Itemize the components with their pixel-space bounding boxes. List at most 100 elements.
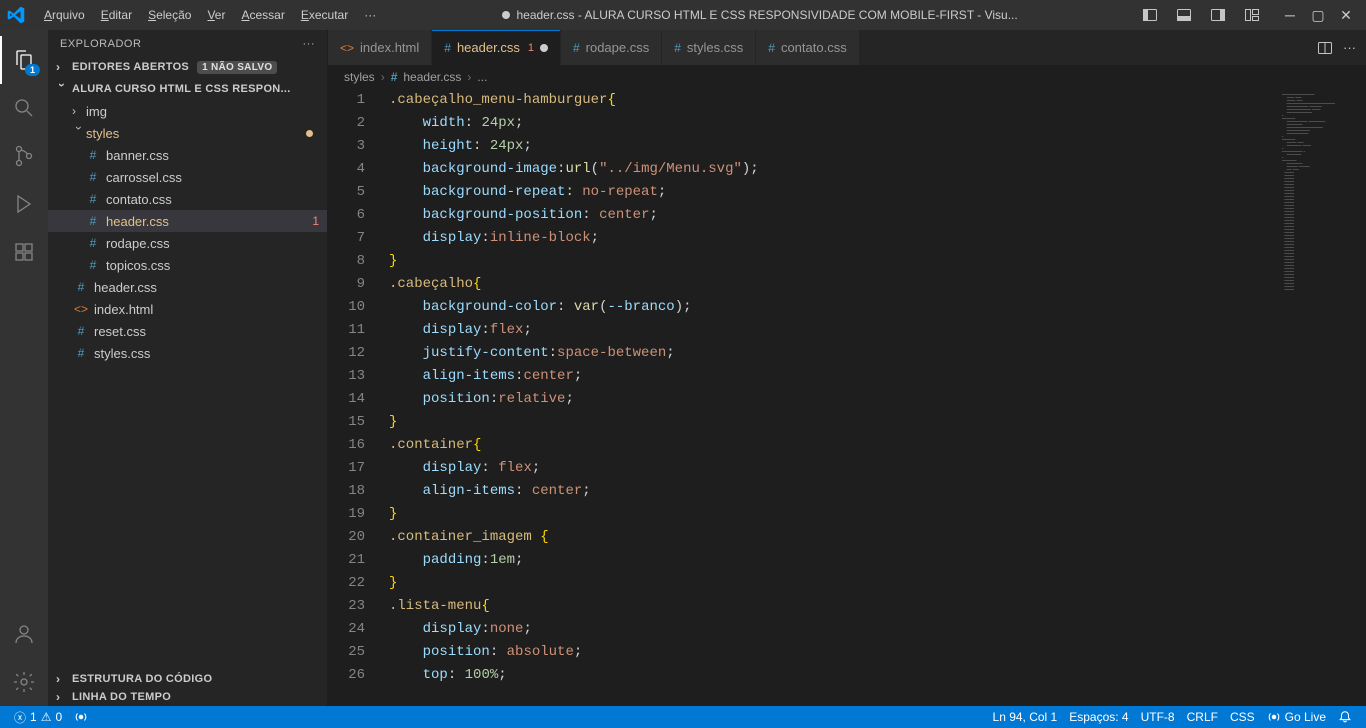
broadcast-icon [74, 710, 88, 724]
tab-styles-css[interactable]: #styles.css [662, 30, 756, 65]
breadcrumb-segment[interactable]: ... [477, 70, 487, 84]
encoding-label: UTF-8 [1141, 710, 1175, 724]
indent-label: Espaços: 4 [1069, 710, 1128, 724]
chevron-right-icon: › [381, 70, 385, 84]
toggle-primary-sidebar-icon[interactable] [1136, 0, 1164, 30]
chevron-right-icon: › [56, 60, 68, 74]
file-banner-css[interactable]: # banner.css [48, 144, 327, 166]
activity-accounts[interactable] [0, 610, 48, 658]
file-rodape-css[interactable]: # rodape.css [48, 232, 327, 254]
tab-label: rodape.css [586, 40, 650, 55]
split-editor-icon[interactable] [1317, 40, 1333, 56]
status-indent[interactable]: Espaços: 4 [1063, 710, 1134, 724]
minimap-content: ▬▬▬▬▬▬▬▬▬▬▬▬▬▬▬▬▬▬▬▬▬▬▬▬▬▬▬ ▬▬▬▬▬▬ ▬▬▬▬▬… [1282, 93, 1362, 291]
modified-dot-icon [540, 44, 548, 52]
folder-name: img [86, 104, 319, 119]
file-root-styles-css[interactable]: # styles.css [48, 342, 327, 364]
status-cursor[interactable]: Ln 94, Col 1 [987, 710, 1064, 724]
css-file-icon: # [84, 214, 102, 228]
tab-label: index.html [360, 40, 419, 55]
close-icon[interactable]: ✕ [1332, 0, 1360, 30]
open-editors-section[interactable]: › EDITORES ABERTOS 1 NÃO SALVO [48, 58, 327, 76]
toggle-panel-icon[interactable] [1170, 0, 1198, 30]
minimap[interactable]: ▬▬▬▬▬▬▬▬▬▬▬▬▬▬▬▬▬▬▬▬▬▬▬▬▬▬▬ ▬▬▬▬▬▬ ▬▬▬▬▬… [1276, 89, 1366, 706]
tab-actions: ··· [1307, 30, 1366, 65]
toggle-secondary-sidebar-icon[interactable] [1204, 0, 1232, 30]
editor-tabs: <>index.html#header.css1#rodape.css#styl… [328, 30, 1366, 65]
broadcast-icon [1267, 710, 1281, 724]
activity-extensions[interactable] [0, 228, 48, 276]
window-controls: ─ ▢ ✕ [1276, 0, 1360, 30]
tab-contato-css[interactable]: #contato.css [756, 30, 859, 65]
activity-run-debug[interactable] [0, 180, 48, 228]
file-root-index-html[interactable]: <> index.html [48, 298, 327, 320]
menu-acessar[interactable]: Acessar [233, 4, 292, 26]
tab-label: header.css [457, 40, 520, 55]
menu-editar[interactable]: Editar [93, 4, 140, 26]
css-file-icon: # [573, 41, 580, 55]
status-golive[interactable]: Go Live [1261, 710, 1332, 724]
customize-layout-icon[interactable] [1238, 0, 1266, 30]
window-title: header.css - ALURA CURSO HTML E CSS RESP… [384, 8, 1136, 22]
file-name: header.css [106, 214, 312, 229]
status-encoding[interactable]: UTF-8 [1135, 710, 1181, 724]
status-language[interactable]: CSS [1224, 710, 1261, 724]
code-editor[interactable]: 1234567891011121314151617181920212223242… [328, 89, 1366, 706]
file-root-header-css[interactable]: # header.css [48, 276, 327, 298]
status-problems[interactable]: ⓧ1 ⚠0 [8, 706, 68, 728]
open-editors-label: EDITORES ABERTOS [72, 61, 189, 73]
status-notifications[interactable] [1332, 710, 1358, 724]
menu-ver[interactable]: Ver [199, 4, 233, 26]
file-header-css[interactable]: # header.css 1 [48, 210, 327, 232]
explorer-badge: 1 [25, 64, 40, 76]
more-actions-icon[interactable]: ··· [1343, 40, 1356, 55]
tab-index-html[interactable]: <>index.html [328, 30, 432, 65]
css-file-icon: # [72, 324, 90, 338]
menu-seleção[interactable]: Seleção [140, 4, 199, 26]
file-tree: › img › styles # banner.css # carrossel.… [48, 98, 327, 366]
tab-label: styles.css [687, 40, 743, 55]
breadcrumbs[interactable]: styles › # header.css › ... [328, 65, 1366, 89]
activity-settings[interactable] [0, 658, 48, 706]
file-name: header.css [94, 280, 319, 295]
menubar-overflow[interactable]: ··· [356, 4, 384, 26]
chevron-down-icon: › [72, 126, 86, 140]
menu-executar[interactable]: Executar [293, 4, 356, 26]
activity-source-control[interactable] [0, 132, 48, 180]
breadcrumb-segment[interactable]: header.css [403, 70, 461, 84]
outline-section[interactable]: › ESTRUTURA DO CÓDIGO [48, 670, 327, 688]
code-content[interactable]: .cabeçalho_menu-hamburguer{ width: 24px;… [383, 89, 1276, 706]
timeline-section[interactable]: › LINHA DO TEMPO [48, 688, 327, 706]
css-file-icon: # [84, 170, 102, 184]
breadcrumb-segment[interactable]: styles [344, 70, 375, 84]
file-root-reset-css[interactable]: # reset.css [48, 320, 327, 342]
css-file-icon: # [444, 41, 451, 55]
line-gutter: 1234567891011121314151617181920212223242… [328, 89, 383, 706]
explorer-actions-icon[interactable]: ··· [303, 38, 316, 50]
status-eol[interactable]: CRLF [1181, 710, 1224, 724]
outline-label: ESTRUTURA DO CÓDIGO [72, 673, 212, 685]
folder-img[interactable]: › img [48, 100, 327, 122]
golive-label: Go Live [1285, 710, 1326, 724]
css-file-icon: # [84, 148, 102, 162]
warning-icon: ⚠ [41, 710, 52, 724]
eol-label: CRLF [1187, 710, 1218, 724]
status-port[interactable] [68, 706, 94, 728]
workspace-folder-label: ALURA CURSO HTML E CSS RESPON... [72, 83, 291, 95]
folder-section[interactable]: › ALURA CURSO HTML E CSS RESPON... [48, 80, 327, 98]
menu-arquivo[interactable]: Arquivo [36, 4, 93, 26]
css-file-icon: # [391, 70, 398, 84]
maximize-icon[interactable]: ▢ [1304, 0, 1332, 30]
folder-styles[interactable]: › styles [48, 122, 327, 144]
activity-explorer[interactable]: 1 [0, 36, 48, 84]
minimize-icon[interactable]: ─ [1276, 0, 1304, 30]
file-contato-css[interactable]: # contato.css [48, 188, 327, 210]
activity-search[interactable] [0, 84, 48, 132]
tab-rodape-css[interactable]: # rodape.css [561, 30, 662, 65]
file-carrossel-css[interactable]: # carrossel.css [48, 166, 327, 188]
css-file-icon: # [768, 41, 775, 55]
file-topicos-css[interactable]: # topicos.css [48, 254, 327, 276]
file-name: styles.css [94, 346, 319, 361]
tab-header-css[interactable]: #header.css1 [432, 30, 561, 65]
css-file-icon: # [84, 236, 102, 250]
